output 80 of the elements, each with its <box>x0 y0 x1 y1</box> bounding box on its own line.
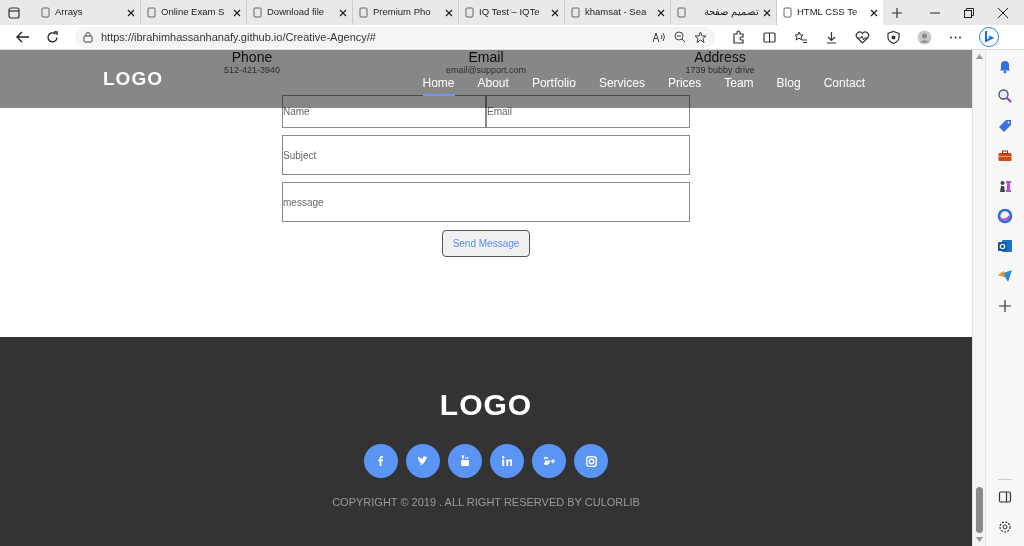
restore-icon[interactable] <box>964 7 974 18</box>
nav-link[interactable]: Contact <box>823 72 865 96</box>
facebook-icon <box>378 455 384 467</box>
page-icon <box>676 7 687 18</box>
download-icon[interactable] <box>824 29 839 45</box>
nav-link[interactable]: About <box>477 72 509 96</box>
avatar-icon[interactable] <box>917 29 932 45</box>
refresh-icon[interactable] <box>46 30 59 44</box>
add-icon[interactable] <box>997 298 1013 314</box>
input-field[interactable]: Email <box>486 95 690 128</box>
nav-link[interactable]: Portfolio <box>531 72 576 96</box>
contact-label: Address <box>694 50 746 65</box>
close-icon[interactable] <box>998 7 1008 18</box>
puzzle-icon[interactable] <box>731 29 746 45</box>
contact-label: Email <box>468 50 504 65</box>
close-icon[interactable] <box>763 8 771 17</box>
close-icon[interactable] <box>127 8 135 17</box>
close-icon[interactable] <box>551 8 559 17</box>
page-icon <box>782 7 793 18</box>
page-icon <box>252 7 263 18</box>
tag-icon[interactable] <box>997 118 1013 134</box>
social-button[interactable] <box>532 444 566 478</box>
close-icon[interactable] <box>339 8 347 17</box>
scroll-down-icon[interactable] <box>975 537 983 542</box>
close-icon[interactable] <box>445 8 453 17</box>
copilot-icon[interactable] <box>979 27 999 47</box>
input-field[interactable]: message <box>282 182 690 222</box>
copyright-text: COPYRIGHT © 2019 . ALL RIGHT RESERVED BY CULORLIB <box>332 495 640 510</box>
read-aloud-icon[interactable] <box>652 31 666 43</box>
social-button[interactable] <box>406 444 440 478</box>
close-icon[interactable] <box>657 8 665 17</box>
nav-link[interactable]: Services <box>598 72 645 96</box>
page-icon <box>146 7 157 18</box>
contact-value: 1739 bubby drive <box>685 65 755 75</box>
favorites-icon[interactable] <box>793 29 808 45</box>
twitter-icon <box>418 456 428 466</box>
lock-icon <box>83 31 93 43</box>
social-button[interactable] <box>364 444 398 478</box>
scroll-up-icon[interactable] <box>975 54 983 59</box>
instagram-icon <box>585 455 597 467</box>
back-icon[interactable] <box>16 31 30 43</box>
page-icon <box>464 7 475 18</box>
scrollbar[interactable] <box>972 50 985 546</box>
contact-value: 512-421-3940 <box>223 65 281 75</box>
close-icon[interactable] <box>870 8 878 17</box>
settings-icon[interactable] <box>998 520 1012 534</box>
sidebar-toggle-icon[interactable] <box>998 490 1012 504</box>
nav-link[interactable]: Prices <box>667 72 702 96</box>
shield-icon[interactable] <box>886 29 901 45</box>
input-field[interactable]: Subject <box>282 135 690 175</box>
navbar-logo[interactable]: LOGO <box>103 64 163 94</box>
tab-actions-icon[interactable] <box>8 6 20 19</box>
social-button[interactable] <box>490 444 524 478</box>
mail-icon[interactable] <box>997 238 1013 254</box>
scrollbar-thumb[interactable] <box>975 487 983 533</box>
social-button[interactable] <box>448 444 482 478</box>
contact-label: Phone <box>231 50 273 65</box>
paper-plane-icon[interactable] <box>997 268 1013 284</box>
send-message-button[interactable]: Send Message <box>442 230 530 257</box>
linkedin-icon <box>501 455 513 467</box>
swirl-icon[interactable] <box>997 208 1013 224</box>
search-icon[interactable] <box>997 88 1013 104</box>
toolbox-icon[interactable] <box>997 148 1013 164</box>
social-button[interactable] <box>574 444 608 478</box>
star-icon[interactable] <box>694 30 707 44</box>
contact-value: email@support.com <box>445 65 527 75</box>
page-icon <box>358 7 369 18</box>
zoom-icon[interactable] <box>674 31 686 43</box>
page-icon <box>40 7 51 18</box>
browser-tab[interactable]: HTML CSS Te <box>777 0 883 25</box>
new-tab-icon[interactable] <box>891 6 903 19</box>
nav-link[interactable]: Blog <box>776 72 801 96</box>
page-icon <box>570 7 581 18</box>
split-screen-icon[interactable] <box>762 29 777 45</box>
close-icon[interactable] <box>233 8 241 17</box>
bell-icon[interactable] <box>997 58 1013 74</box>
input-field[interactable]: Name <box>282 95 486 128</box>
footer-logo: LOGO <box>439 388 533 422</box>
heart-icon[interactable] <box>855 29 870 45</box>
nav-link[interactable]: Home <box>422 72 455 96</box>
